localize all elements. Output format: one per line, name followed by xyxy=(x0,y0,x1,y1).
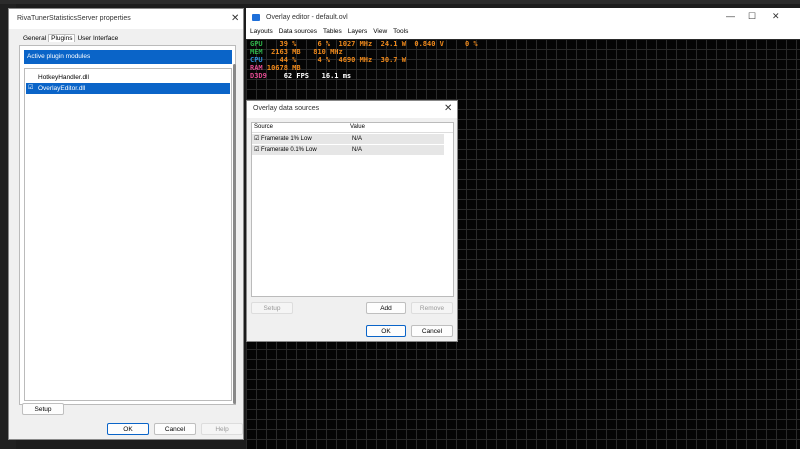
ok-button[interactable]: OK xyxy=(107,423,149,435)
scrollbar[interactable] xyxy=(233,64,236,404)
cancel-button[interactable]: Cancel xyxy=(411,325,453,337)
data-sources-list[interactable]: Source Value ☑ Framerate 1% Low N/A ☑ Fr… xyxy=(251,122,454,297)
overlay-editor-title: Overlay editor - default.ovl xyxy=(266,14,348,21)
overlay-values: 39 % 6 % 1027 MHz 24.1 W 0.840 V 0 % xyxy=(262,40,478,48)
menu-layers[interactable]: Layers xyxy=(348,28,368,35)
monitor-icon xyxy=(252,14,260,21)
menu-view[interactable]: View xyxy=(373,28,387,35)
list-header: Source Value xyxy=(252,123,453,133)
overlay-line-mem: MEM 2163 MB 810 MHz xyxy=(250,48,343,56)
ok-button[interactable]: OK xyxy=(366,325,406,337)
overlay-data-sources-dialog: Overlay data sources ✕ Source Value ☑ Fr… xyxy=(246,100,458,342)
plugins-panel: Active plugin modules HotkeyHandler.dll … xyxy=(19,45,236,405)
overlay-label: GPU xyxy=(250,40,263,48)
overlay-line-ram: RAM 10678 MB xyxy=(250,64,301,72)
source-name: Framerate 1% Low xyxy=(261,136,312,142)
background-taskbar xyxy=(0,0,800,4)
column-value[interactable]: Value xyxy=(350,123,365,132)
overlay-editor-title-bar: Overlay editor - default.ovl — ☐ ✕ xyxy=(246,8,800,28)
plugins-list[interactable]: HotkeyHandler.dll ☑ OverlayEditor.dll xyxy=(24,68,232,401)
maximize-icon[interactable]: ☐ xyxy=(748,11,756,22)
active-plugins-header: Active plugin modules xyxy=(24,50,232,64)
tab-user-interface[interactable]: User Interface xyxy=(75,35,120,42)
close-icon[interactable]: ✕ xyxy=(444,103,452,114)
cancel-button[interactable]: Cancel xyxy=(154,423,196,435)
minimize-icon[interactable]: — xyxy=(726,11,735,21)
remove-button[interactable]: Remove xyxy=(411,302,453,314)
overlay-values: 62 FPS 16.1 ms xyxy=(266,72,352,80)
menu-bar: Layouts Data sources Tables Layers View … xyxy=(246,28,800,39)
checkbox-checked-icon[interactable]: ☑ xyxy=(28,83,33,94)
overlay-values: 44 % 4 % 4690 MHz 30.7 W xyxy=(262,56,406,64)
setup-button[interactable]: Setup xyxy=(22,403,64,415)
tab-plugins[interactable]: Plugins xyxy=(48,34,76,42)
overlay-label: MEM xyxy=(250,48,263,56)
menu-tables[interactable]: Tables xyxy=(323,28,342,35)
overlay-line-d3d9: D3D9 62 FPS 16.1 ms xyxy=(250,72,351,80)
source-value: N/A xyxy=(352,136,363,142)
source-name: Framerate 0.1% Low xyxy=(261,147,317,153)
overlay-label: CPU xyxy=(250,56,263,64)
source-value: N/A xyxy=(352,147,363,153)
overlay-line-gpu: GPU 39 % 6 % 1027 MHz 24.1 W 0.840 V 0 % xyxy=(250,40,478,48)
plugin-name: OverlayEditor.dll xyxy=(38,85,86,92)
list-item[interactable]: ☑ Framerate 0.1% Low N/A xyxy=(252,145,444,155)
rtss-dialog-title: RivaTunerStatisticsServer properties xyxy=(17,15,131,22)
column-source[interactable]: Source xyxy=(254,123,273,132)
overlay-values: 2163 MB 810 MHz xyxy=(262,48,343,56)
tab-general[interactable]: General xyxy=(21,35,48,42)
close-icon[interactable]: ✕ xyxy=(772,11,780,22)
add-button[interactable]: Add xyxy=(366,302,406,314)
help-button[interactable]: Help xyxy=(201,423,243,435)
overlay-line-cpu: CPU 44 % 4 % 4690 MHz 30.7 W xyxy=(250,56,406,64)
rtss-properties-dialog: RivaTunerStatisticsServer properties ✕ G… xyxy=(8,8,244,440)
checkbox-checked-icon[interactable]: ☑ xyxy=(254,134,259,144)
setup-button[interactable]: Setup xyxy=(251,302,293,314)
list-item[interactable]: ☑ Framerate 1% Low N/A xyxy=(252,134,444,144)
plugin-row-hotkeyhandler[interactable]: HotkeyHandler.dll xyxy=(26,72,230,83)
menu-tools[interactable]: Tools xyxy=(393,28,408,35)
menu-data-sources[interactable]: Data sources xyxy=(279,28,317,35)
data-sources-title: Overlay data sources xyxy=(253,105,320,112)
checkbox-checked-icon[interactable]: ☑ xyxy=(254,145,259,155)
plugin-name: HotkeyHandler.dll xyxy=(38,74,89,81)
close-icon[interactable]: ✕ xyxy=(231,13,239,24)
rtss-title-bar: RivaTunerStatisticsServer properties ✕ xyxy=(9,9,243,29)
menu-layouts[interactable]: Layouts xyxy=(250,28,273,35)
overlay-values: 10678 MB xyxy=(262,64,301,72)
plugin-row-overlayeditor[interactable]: ☑ OverlayEditor.dll xyxy=(26,83,230,94)
overlay-label: RAM xyxy=(250,64,263,72)
overlay-label: D3D9 xyxy=(250,72,267,80)
data-sources-title-bar: Overlay data sources ✕ xyxy=(247,101,457,118)
